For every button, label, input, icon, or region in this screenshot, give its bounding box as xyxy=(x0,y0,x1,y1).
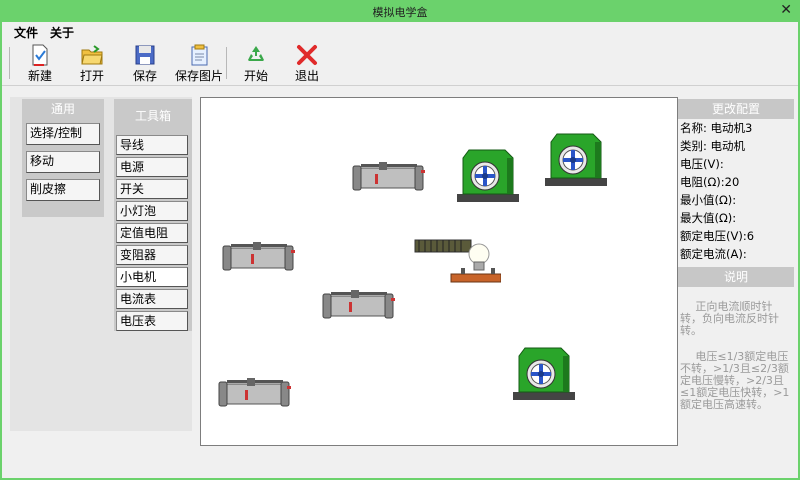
save-image-button[interactable]: 保存图片 xyxy=(174,43,224,83)
red-x-exit-icon xyxy=(297,45,317,65)
properties-panel: 更改配置 名称: 电动机3 类别: 电动机 电压(V): 电阻(Ω):20 最小… xyxy=(678,99,794,445)
prop-label: 最大值(Ω): xyxy=(680,211,737,225)
window-title: 模拟电学盒 xyxy=(372,6,428,19)
toolbar-separator xyxy=(9,47,10,79)
new-button[interactable]: 新建 xyxy=(15,43,65,83)
rheostat-1[interactable] xyxy=(351,158,427,198)
rheostat-4[interactable] xyxy=(217,374,293,414)
exit-button[interactable]: 退出 xyxy=(282,43,332,83)
prop-category: 类别: 电动机 xyxy=(678,137,794,155)
tool-motor[interactable]: 小电机 xyxy=(116,267,188,287)
exit-label: 退出 xyxy=(294,69,319,83)
save-label: 保存 xyxy=(132,69,157,83)
title-bar: 模拟电学盒 ✕ xyxy=(0,0,800,22)
select-control-button[interactable]: 选择/控制 xyxy=(26,123,100,145)
toolbox-panel-header: 工具箱 xyxy=(134,109,171,123)
motor-3[interactable] xyxy=(511,342,577,404)
prop-max: 最大值(Ω): xyxy=(678,209,794,227)
tool-ammeter[interactable]: 电流表 xyxy=(116,289,188,309)
prop-value[interactable]: 6 xyxy=(747,229,754,243)
new-label: 新建 xyxy=(27,69,52,83)
tool-fixed-resistor[interactable]: 定值电阻 xyxy=(116,223,188,243)
prop-value[interactable]: 20 xyxy=(725,175,740,189)
tool-switch[interactable]: 开关 xyxy=(116,179,188,199)
motor-2[interactable] xyxy=(543,128,609,190)
rheostat-2[interactable] xyxy=(221,238,297,278)
bulb-1[interactable] xyxy=(411,232,501,286)
menu-file[interactable]: 文件 xyxy=(14,24,38,41)
toolbox-panel: 工具箱 导线 电源 开关 小灯泡 定值电阻 变阻器 小电机 电流表 电压表 xyxy=(114,99,192,331)
prop-value[interactable]: 电动机 xyxy=(711,139,746,153)
prop-resistance: 电阻(Ω):20 xyxy=(678,173,794,191)
properties-header: 更改配置 xyxy=(678,99,794,119)
open-label: 打开 xyxy=(79,69,104,83)
recycle-start-icon xyxy=(248,46,264,61)
open-button[interactable]: 打开 xyxy=(67,43,117,83)
prop-voltage: 电压(V): xyxy=(678,155,794,173)
window-border-left xyxy=(0,22,2,480)
prop-label: 额定电流(A): xyxy=(680,247,747,261)
prop-label: 类别: xyxy=(680,139,707,153)
prop-label: 名称: xyxy=(680,121,707,135)
motor-1[interactable] xyxy=(455,144,521,206)
explanation-text-2: 电压≤1/3额定电压不转，>1/3且≤2/3额定电压慢转，>2/3且≤1额定电压… xyxy=(680,350,790,411)
explanation-text-1: 正向电流顺时针转，负向电流反时针转。 xyxy=(680,300,779,337)
prop-rated-voltage: 额定电压(V):6 xyxy=(678,227,794,245)
tool-rheostat[interactable]: 变阻器 xyxy=(116,245,188,265)
menu-about[interactable]: 关于 xyxy=(50,24,74,41)
tool-power-source[interactable]: 电源 xyxy=(116,157,188,177)
save-disk-icon xyxy=(135,45,155,65)
new-document-icon xyxy=(32,44,48,66)
prop-rated-current: 额定电流(A): xyxy=(678,245,794,263)
prop-label: 电压(V): xyxy=(680,157,724,171)
close-icon[interactable]: ✕ xyxy=(780,2,792,18)
rheostat-3[interactable] xyxy=(321,286,397,326)
prop-value[interactable]: 电动机3 xyxy=(711,121,753,135)
toolbar-separator xyxy=(226,47,227,79)
circuit-canvas[interactable] xyxy=(200,97,678,446)
move-button[interactable]: 移动 xyxy=(26,151,100,173)
start-label: 开始 xyxy=(243,69,268,83)
start-button[interactable]: 开始 xyxy=(231,43,281,83)
prop-label: 额定电压(V): xyxy=(680,229,747,243)
menu-bar: 文件 关于 xyxy=(2,22,798,40)
prop-label: 最小值(Ω): xyxy=(680,193,737,207)
prop-label: 电阻(Ω): xyxy=(680,175,725,189)
tool-wire[interactable]: 导线 xyxy=(116,135,188,155)
explanation-header: 说明 xyxy=(678,267,794,287)
general-panel-header: 通用 xyxy=(50,102,75,116)
tool-voltmeter[interactable]: 电压表 xyxy=(116,311,188,331)
save-image-label: 保存图片 xyxy=(174,69,223,83)
save-image-icon xyxy=(191,44,208,66)
toolbar: 新建 打开 保存 保存图片 开始 退出 xyxy=(2,41,798,86)
prop-name: 名称: 电动机3 xyxy=(678,119,794,137)
general-panel: 通用 选择/控制 移动 削皮擦 xyxy=(22,99,104,217)
open-folder-icon xyxy=(81,45,103,65)
tool-bulb[interactable]: 小灯泡 xyxy=(116,201,188,221)
prop-min: 最小值(Ω): xyxy=(678,191,794,209)
eraser-button[interactable]: 削皮擦 xyxy=(26,179,100,201)
save-button[interactable]: 保存 xyxy=(120,43,170,83)
